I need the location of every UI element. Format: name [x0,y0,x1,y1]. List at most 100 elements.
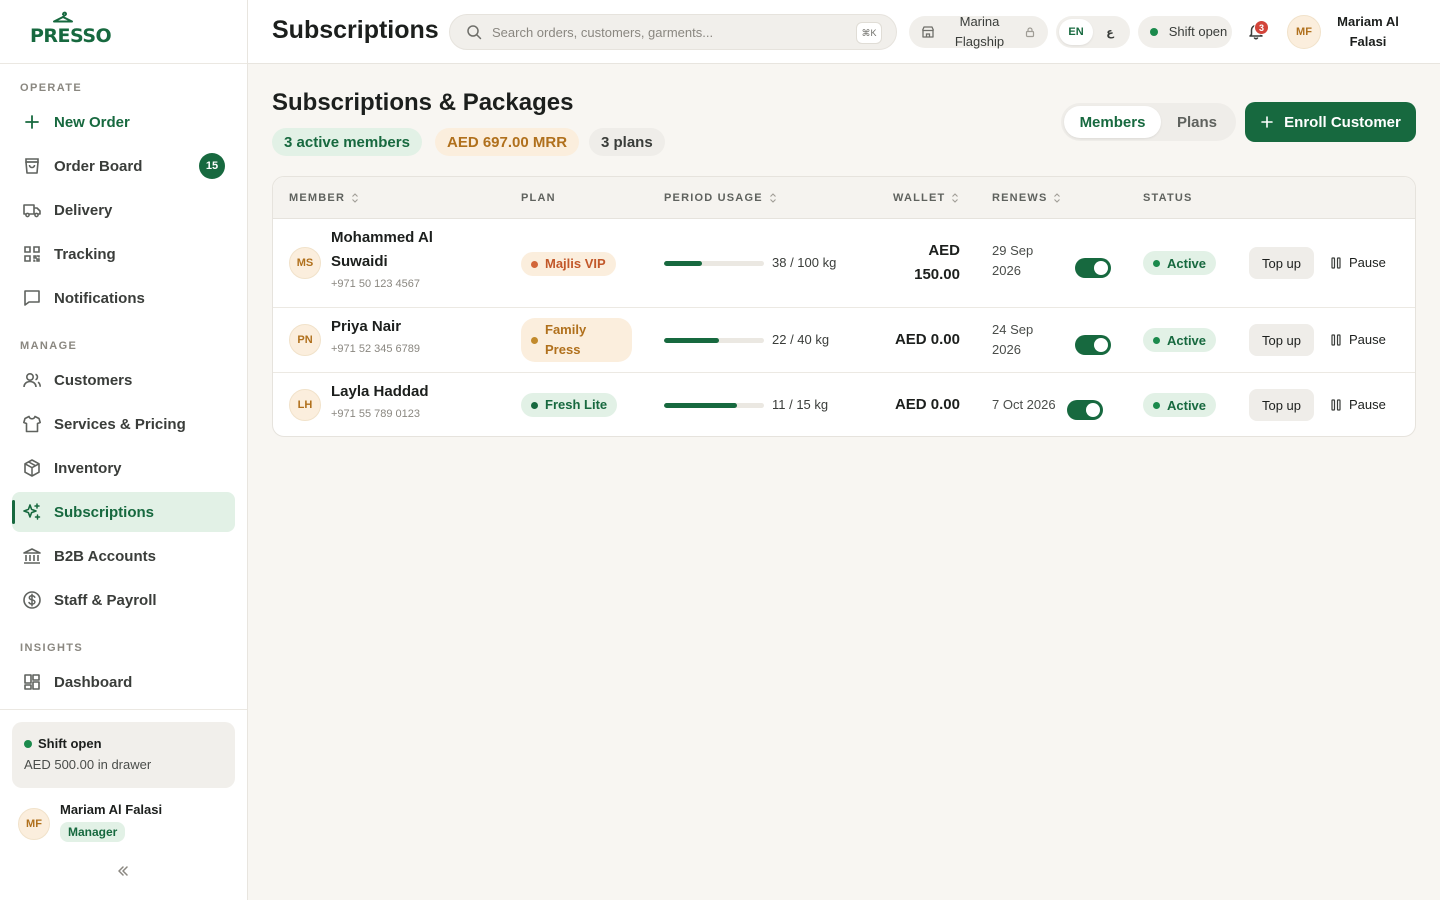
sort-icon [951,193,959,203]
column-header-status: STATUS [1143,192,1193,204]
plan-dot-icon [531,260,538,268]
sidebar-item-label: Inventory [54,459,122,477]
sidebar-item-notifications[interactable]: Notifications [12,278,235,318]
column-header-member[interactable]: MEMBER [289,192,359,204]
pause-button[interactable]: Pause [1331,397,1386,412]
section-title: Subscriptions & Packages [272,89,574,116]
auto-renew-toggle[interactable] [1067,400,1103,420]
sidebar-item-label: Customers [54,371,133,389]
logo[interactable]: PRESSO [0,0,247,64]
column-header-wallet[interactable]: WALLET [893,192,959,204]
sidebar-item-label: Dashboard [54,673,133,691]
hanger-logo-icon [53,11,73,22]
member-name[interactable]: Layla Haddad [331,380,481,404]
status-badge: Active [1143,328,1217,352]
page-title: Subscriptions [272,16,439,44]
lang-ar-button[interactable]: ع [1093,19,1127,45]
member-name[interactable]: Mohammed Al Suwaidi [331,226,481,274]
usage-text: 22 / 40 kg [772,332,830,347]
enroll-customer-button[interactable]: Enroll Customer [1245,102,1416,142]
shift-status-pill[interactable]: Shift open [1138,16,1232,48]
usage-progress-bar [664,338,764,343]
pause-button[interactable]: Pause [1331,255,1386,270]
status-dot-icon [24,739,32,748]
avatar: MF [18,808,50,840]
store-name: Marina Flagship [954,14,1005,49]
sidebar-item-dashboard[interactable]: Dashboard [12,662,235,702]
avatar: LH [289,389,321,421]
status-dot-icon [1153,401,1160,409]
drawer-amount: AED 500.00 in drawer [24,757,152,772]
sidebar-item-label: New Order [54,113,130,131]
status-text: Active [1167,332,1207,348]
dollar-circle-icon [22,590,42,610]
pause-icon [1331,398,1341,411]
header-user-name[interactable]: Mariam Al Falasi [1330,12,1406,52]
search-input[interactable] [492,24,842,40]
top-up-button[interactable]: Top up [1249,389,1314,421]
plan-dot-icon [531,401,538,409]
sidebar-item-customers[interactable]: Customers [12,360,235,400]
status-badge: Active [1143,251,1217,275]
table-header: MEMBER PLAN PERIOD USAGE WALLET RENEWS S… [273,177,1415,219]
auto-renew-toggle[interactable] [1075,258,1111,278]
lang-en-button[interactable]: EN [1059,19,1093,45]
section-label-insights: INSIGHTS [20,642,84,654]
status-dot-icon [1153,259,1160,267]
store-selector[interactable]: Marina Flagship [909,14,1048,49]
logo-text: PRESSO [30,24,112,47]
renew-date: 24 Sep 2026 [992,322,1034,357]
layout-grid-icon [22,672,42,692]
sidebar-item-order-board[interactable]: Order Board 15 [12,146,235,186]
status-dot-icon [1153,336,1160,344]
tab-plans[interactable]: Plans [1161,106,1233,138]
sidebar-item-services-pricing[interactable]: Services & Pricing [12,404,235,444]
sidebar-item-delivery[interactable]: Delivery [12,190,235,230]
plan-chip: Family Press [521,318,632,362]
top-up-button[interactable]: Top up [1249,324,1314,356]
top-up-button[interactable]: Top up [1249,247,1314,279]
column-label: RENEWS [992,192,1048,204]
plan-name: Majlis VIP [545,256,606,271]
sidebar-user-card[interactable]: MF Mariam Al Falasi Manager [18,802,162,842]
active-members-chip: 3 active members [272,128,422,156]
sidebar: PRESSO OPERATE New Order Order Board 15 … [0,0,248,900]
sort-icon [1053,193,1061,203]
pause-label: Pause [1349,332,1386,347]
avatar: PN [289,324,321,356]
tab-members[interactable]: Members [1064,106,1161,138]
members-table: MEMBER PLAN PERIOD USAGE WALLET RENEWS S… [272,176,1416,437]
avatar[interactable]: MF [1287,15,1321,49]
sidebar-item-tracking[interactable]: Tracking [12,234,235,274]
section-label-operate: OPERATE [20,82,83,94]
sparkles-icon [22,502,42,522]
plan-name: Family Press [545,322,587,357]
sidebar-item-staff-payroll[interactable]: Staff & Payroll [12,580,235,620]
shift-status-card: Shift open AED 500.00 in drawer [12,722,235,788]
collapse-sidebar-icon[interactable] [116,864,130,878]
table-row[interactable]: PN Priya Nair +971 52 345 6789 Family Pr… [273,308,1415,373]
member-phone: +971 55 789 0123 [331,408,421,420]
member-name[interactable]: Priya Nair [331,315,481,339]
auto-renew-toggle[interactable] [1075,335,1111,355]
column-header-usage[interactable]: PERIOD USAGE [664,192,777,204]
table-row[interactable]: LH Layla Haddad +971 55 789 0123 Fresh L… [273,373,1415,436]
role-badge: Manager [60,822,126,842]
truck-icon [22,200,42,220]
sidebar-item-b2b-accounts[interactable]: B2B Accounts [12,536,235,576]
sidebar-item-subscriptions[interactable]: Subscriptions [12,492,235,532]
search-bar[interactable]: ⌘K [449,14,897,50]
pause-button[interactable]: Pause [1331,332,1386,347]
sort-icon [769,193,777,203]
renew-date: 29 Sep 2026 [992,243,1034,278]
sidebar-item-new-order[interactable]: New Order [12,102,235,142]
table-row[interactable]: MS Mohammed Al Suwaidi +971 50 123 4567 … [273,219,1415,308]
wallet-balance: AED 150.00 [914,242,960,283]
plus-icon [22,112,42,132]
sidebar-item-inventory[interactable]: Inventory [12,448,235,488]
column-header-renews[interactable]: RENEWS [992,192,1061,204]
shopping-bag-icon [22,156,42,176]
plan-name: Fresh Lite [545,397,608,412]
usage-text: 38 / 100 kg [772,255,837,270]
usage-progress-fill [664,403,737,408]
